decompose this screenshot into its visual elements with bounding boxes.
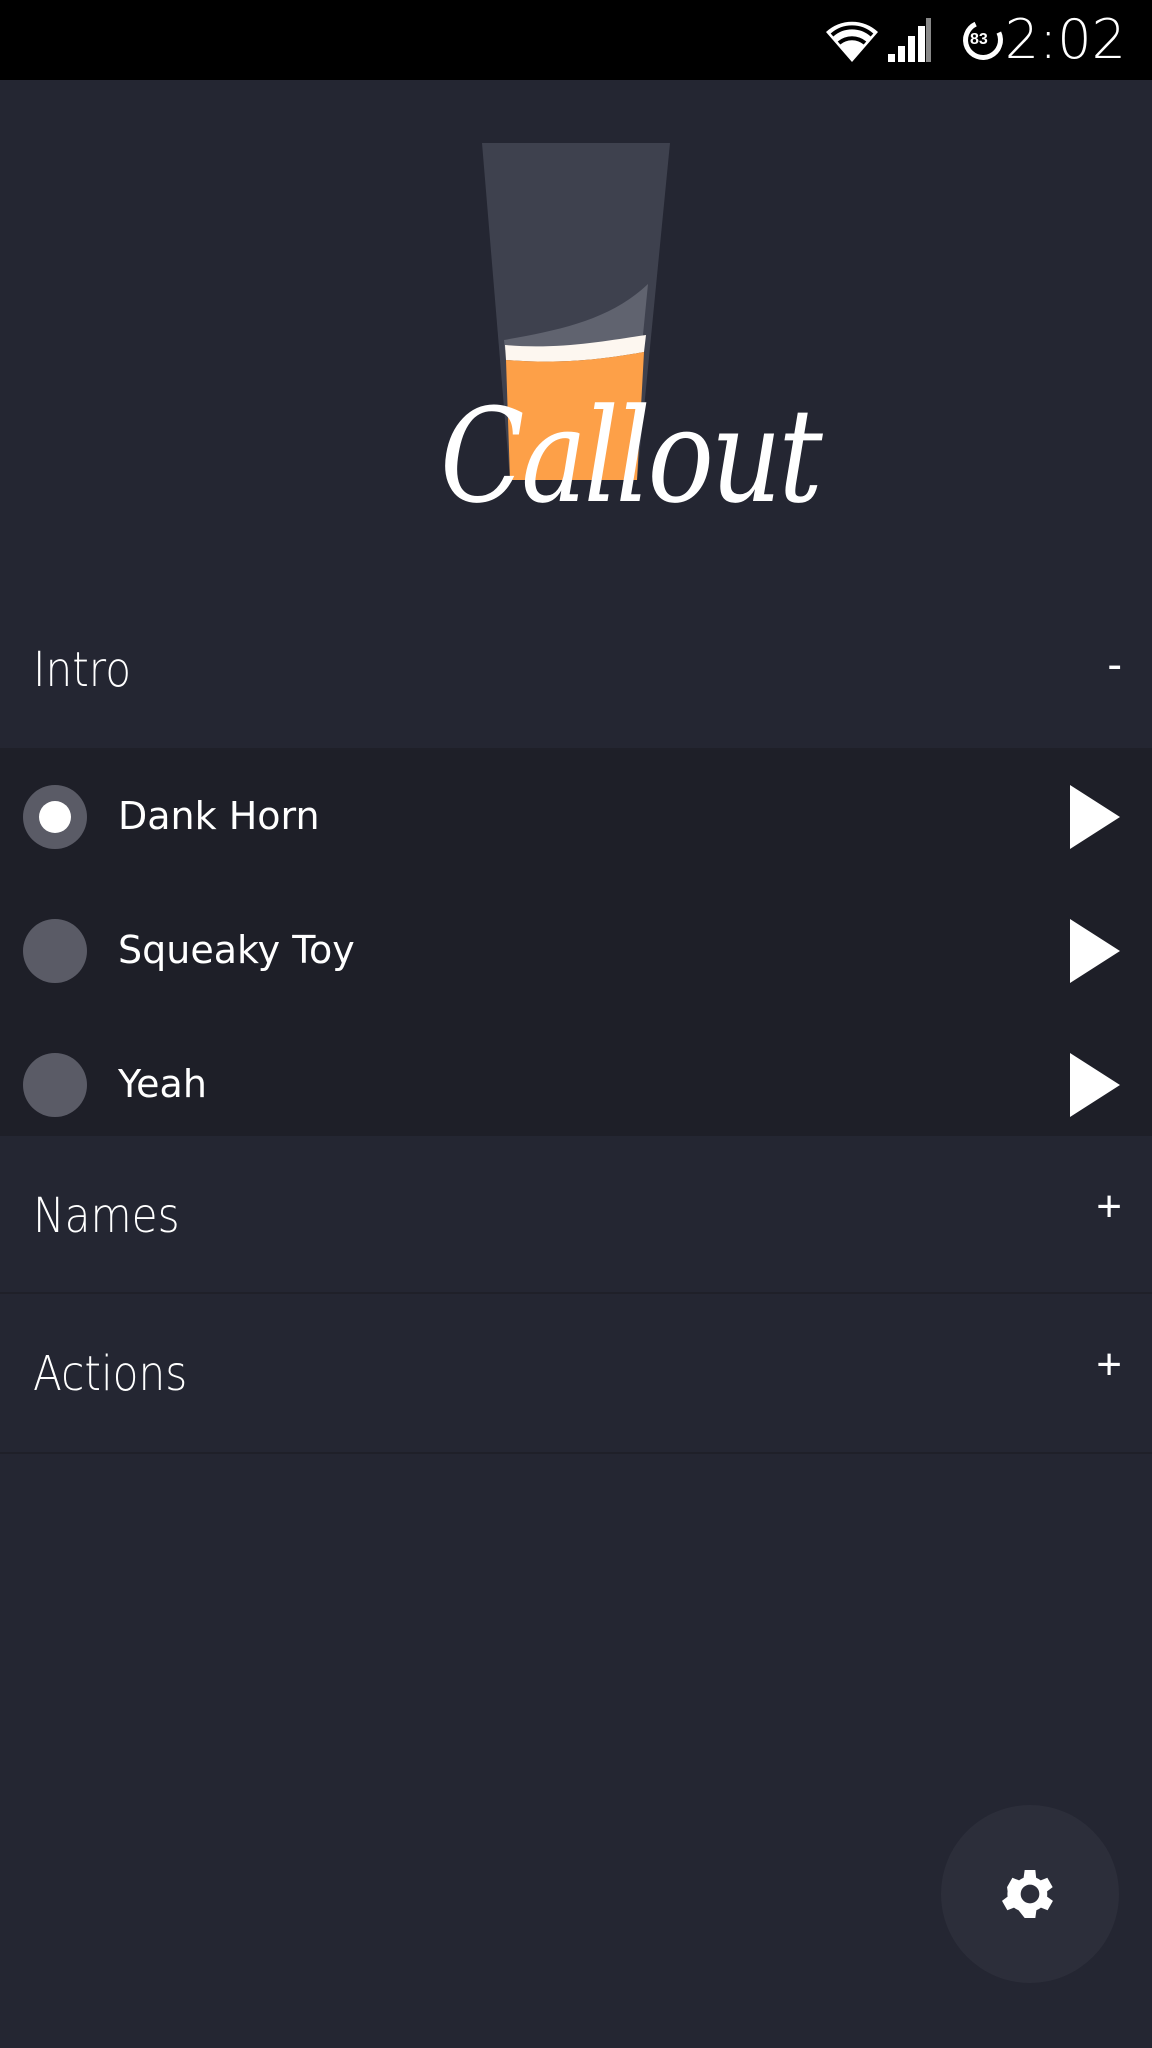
radio-button[interactable] [23,1053,87,1117]
intro-sound-list: Dank Horn Squeaky Toy Yeah [0,750,1152,1136]
section-intro[interactable]: Intro - [0,580,1152,750]
section-title: Actions [33,1346,188,1402]
radio-button[interactable] [23,919,87,983]
section-names[interactable]: Names + [0,1136,1152,1294]
settings-button[interactable] [941,1805,1119,1983]
sound-label: Yeah [118,1062,207,1106]
expand-toggle[interactable]: + [1096,1182,1122,1232]
gear-icon [1002,1870,1053,1918]
clock: 2:02 [1004,8,1126,71]
app-logo: Callout [0,80,1152,580]
collapse-toggle[interactable]: - [1107,640,1122,690]
section-title: Intro [33,642,132,698]
app-title: Callout [440,380,823,532]
play-icon[interactable] [1070,1053,1120,1117]
signal-icon [888,18,931,62]
wifi-icon [826,21,878,62]
expand-toggle[interactable]: + [1096,1340,1122,1390]
status-bar: 83 2:02 [0,0,1152,80]
list-item[interactable]: Dank Horn [0,750,1152,884]
play-icon[interactable] [1070,785,1120,849]
battery-level: 83 [970,31,988,48]
radio-button[interactable] [23,785,87,849]
list-item[interactable]: Squeaky Toy [0,884,1152,1018]
sound-label: Squeaky Toy [118,928,355,972]
list-item[interactable]: Yeah [0,1018,1152,1152]
sound-label: Dank Horn [118,794,320,838]
section-actions[interactable]: Actions + [0,1294,1152,1454]
section-title: Names [33,1188,180,1244]
play-icon[interactable] [1070,919,1120,983]
